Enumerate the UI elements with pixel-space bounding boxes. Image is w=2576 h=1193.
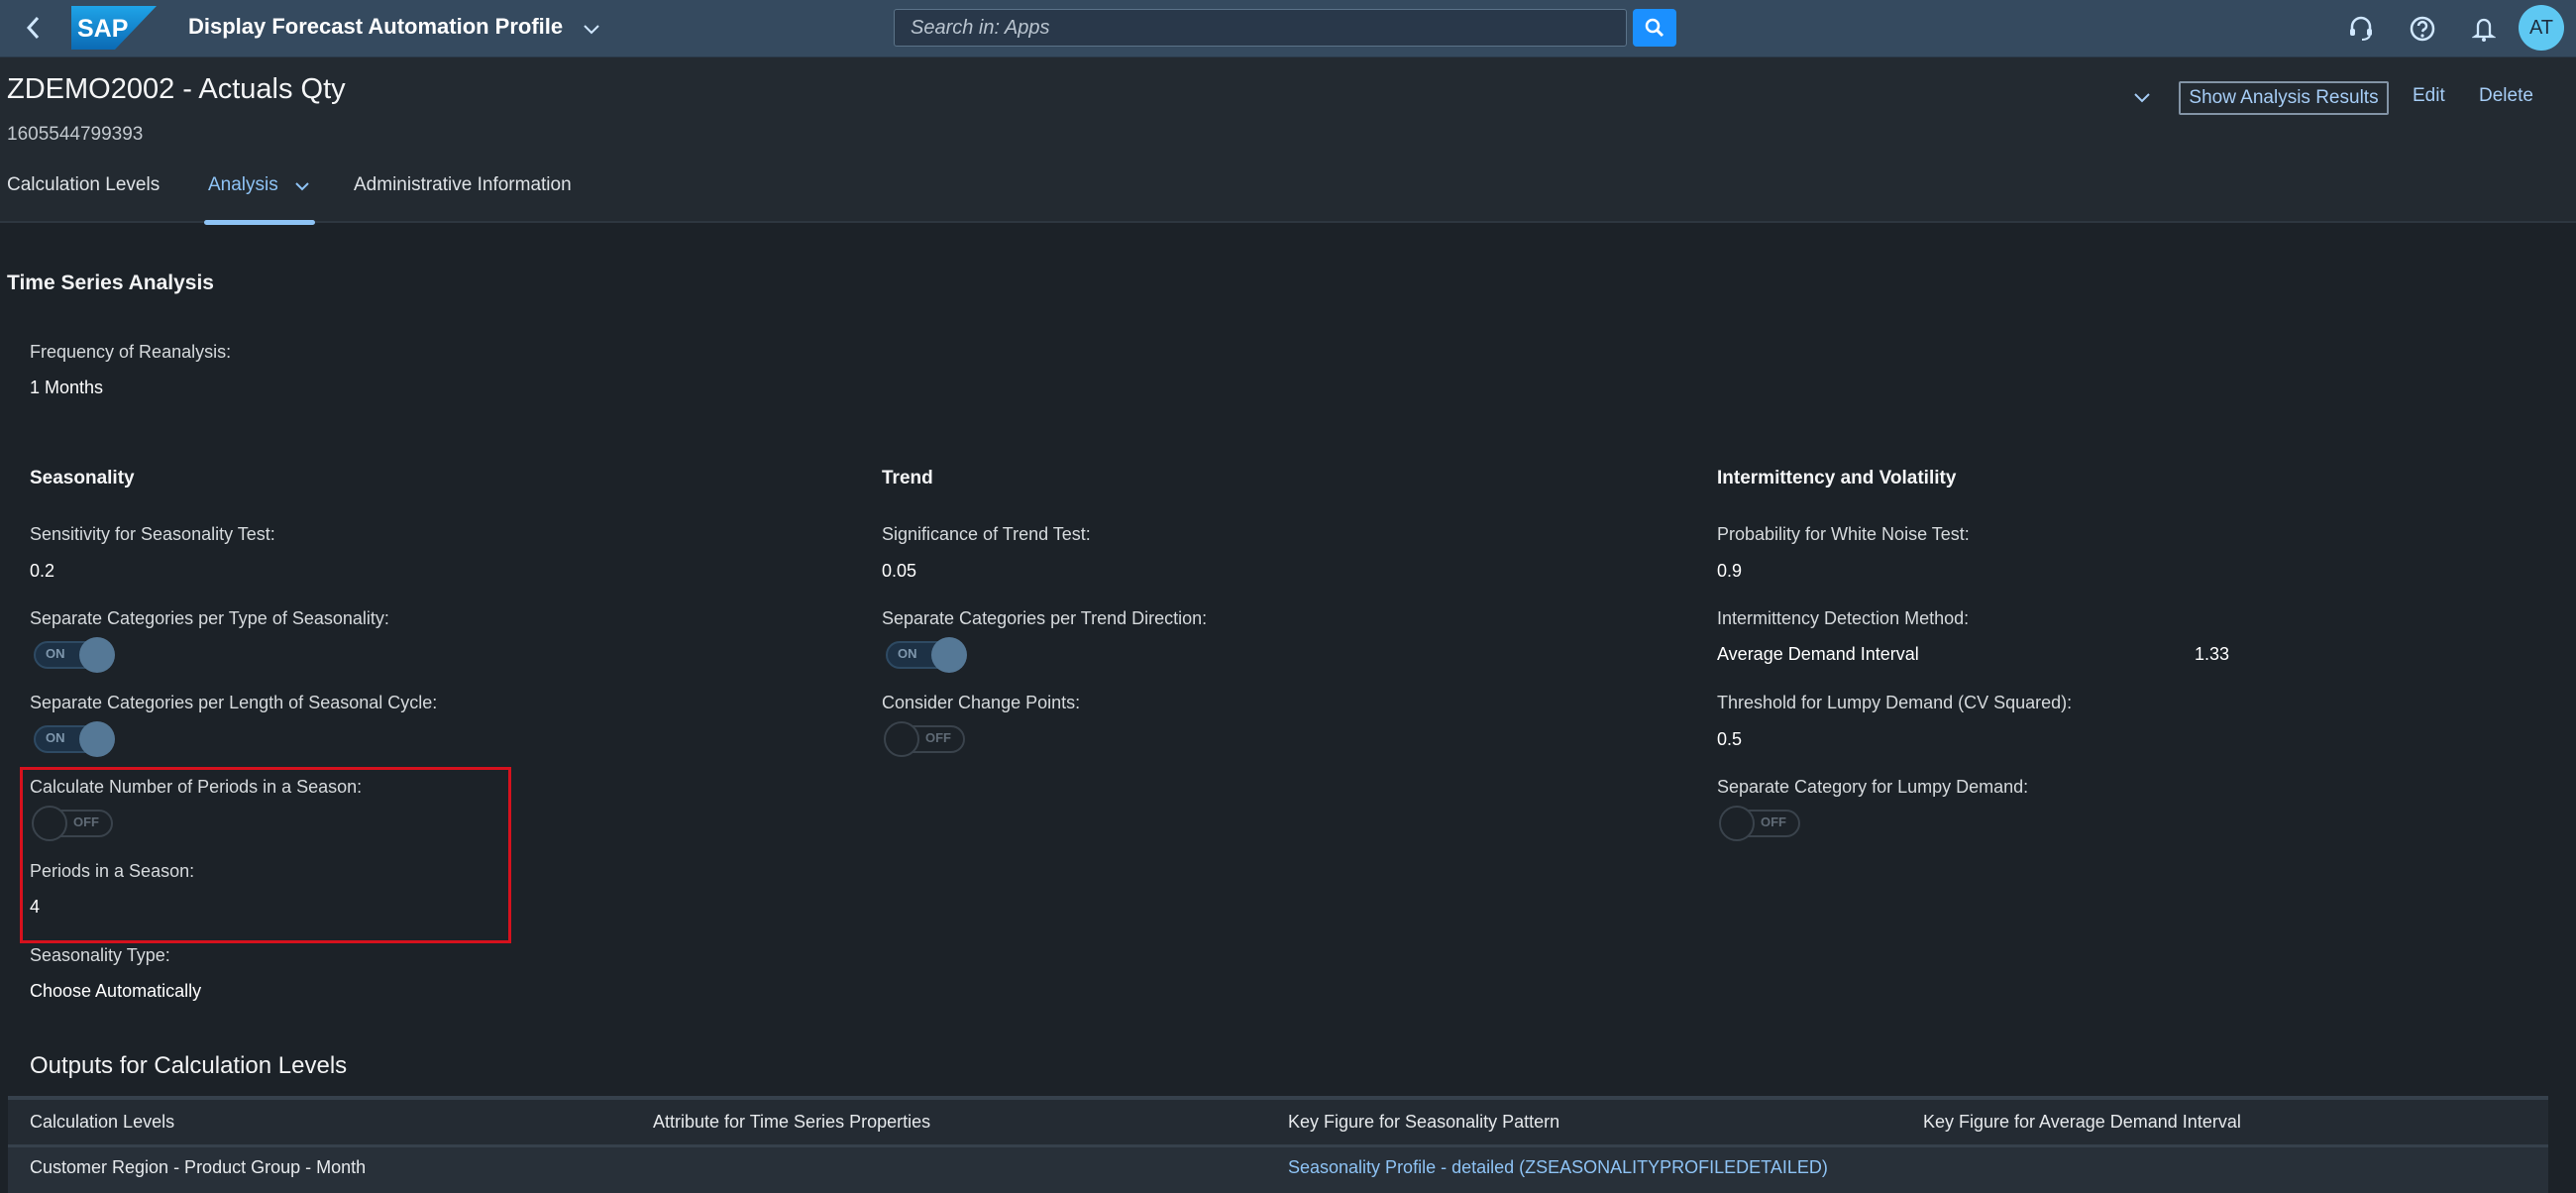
- notifications-button[interactable]: [2467, 12, 2501, 46]
- detection-threshold-value: 1.33: [2195, 644, 2230, 664]
- back-icon: [26, 16, 40, 40]
- search-button[interactable]: [1633, 9, 1676, 47]
- change-points-switch[interactable]: OFF: [884, 721, 967, 757]
- headset-icon: [2350, 16, 2372, 41]
- outputs-title: Outputs for Calculation Levels: [30, 1052, 348, 1079]
- table-row[interactable]: Customer Region - Product Group - Month …: [8, 1147, 2548, 1193]
- switch-state: ON: [898, 646, 917, 661]
- switch-state: ON: [46, 646, 65, 661]
- help-icon: [2410, 16, 2435, 42]
- detection-method-value: Average Demand Interval: [1717, 644, 1919, 664]
- trend-heading: Trend: [882, 468, 933, 488]
- sep-direction-switch[interactable]: ON: [884, 637, 967, 673]
- app-title[interactable]: Display Forecast Automation Profile: [188, 14, 563, 40]
- significance-value: 0.05: [882, 561, 917, 581]
- sensitivity-label: Sensitivity for Seasonality Test:: [30, 524, 275, 544]
- delete-button[interactable]: Delete: [2479, 85, 2533, 107]
- significance-label: Significance of Trend Test:: [882, 524, 1091, 544]
- notification-bell-icon: [2472, 18, 2496, 42]
- calc-periods-switch[interactable]: OFF: [32, 806, 115, 841]
- edit-button[interactable]: Edit: [2413, 85, 2445, 107]
- white-noise-value: 0.9: [1717, 561, 1743, 581]
- tab-calculation-levels[interactable]: Calculation Levels: [7, 174, 160, 223]
- intermittency-heading: Intermittency and Volatility: [1717, 468, 1957, 488]
- sep-type-switch[interactable]: ON: [32, 637, 115, 673]
- section-title: Time Series Analysis: [7, 271, 214, 294]
- search-field[interactable]: [894, 9, 1627, 47]
- white-noise-label: Probability for White Noise Test:: [1717, 524, 1970, 544]
- periods-value: 4: [30, 897, 41, 917]
- column-header[interactable]: Key Figure for Average Demand Interval: [1923, 1112, 2241, 1133]
- search-icon: [1645, 18, 1664, 38]
- column-header[interactable]: Key Figure for Seasonality Pattern: [1288, 1112, 1559, 1133]
- column-header[interactable]: Attribute for Time Series Properties: [653, 1112, 930, 1133]
- sep-lumpy-label: Separate Category for Lumpy Demand:: [1717, 777, 2029, 797]
- object-subtitle: 1605544799393: [7, 124, 144, 145]
- user-avatar[interactable]: AT: [2519, 5, 2564, 51]
- table-header-row: Calculation Levels Attribute for Time Se…: [8, 1096, 2548, 1147]
- seasonality-type-label: Seasonality Type:: [30, 945, 170, 965]
- frequency-label: Frequency of Reanalysis:: [30, 342, 232, 362]
- change-points-label: Consider Change Points:: [882, 693, 1081, 712]
- sep-length-switch[interactable]: ON: [32, 721, 115, 757]
- switch-state: OFF: [73, 814, 99, 829]
- seasonality-type-value: Choose Automatically: [30, 981, 202, 1001]
- show-analysis-results-button[interactable]: Show Analysis Results: [2179, 81, 2389, 115]
- sep-direction-label: Separate Categories per Trend Direction:: [882, 608, 1208, 628]
- chevron-down-icon[interactable]: [581, 18, 602, 40]
- object-title: ZDEMO2002 - Actuals Qty: [7, 73, 346, 105]
- expand-header-chevron-icon[interactable]: [2130, 85, 2154, 109]
- active-tab-indicator: [204, 220, 315, 225]
- tab-label: Administrative Information: [354, 174, 572, 195]
- calc-periods-label: Calculate Number of Periods in a Season:: [30, 777, 363, 797]
- sep-length-label: Separate Categories per Length of Season…: [30, 693, 438, 712]
- seasonality-heading: Seasonality: [30, 468, 135, 488]
- sep-lumpy-switch[interactable]: OFF: [1719, 806, 1802, 841]
- table-cell: Customer Region - Product Group - Month: [30, 1157, 367, 1177]
- switch-state: OFF: [1761, 814, 1786, 829]
- tab-label: Analysis: [208, 174, 278, 195]
- tab-administrative-information[interactable]: Administrative Information: [354, 174, 572, 223]
- object-header: ZDEMO2002 - Actuals Qty 1605544799393 Sh…: [0, 57, 2576, 225]
- detection-method-label: Intermittency Detection Method:: [1717, 608, 1970, 628]
- search-input[interactable]: [895, 10, 1626, 46]
- tab-label: Calculation Levels: [7, 174, 161, 195]
- shell-bar: SAP Display Forecast Automation Profile …: [0, 0, 2576, 57]
- lumpy-threshold-value: 0.5: [1717, 729, 1743, 749]
- sensitivity-value: 0.2: [30, 561, 55, 581]
- periods-label: Periods in a Season:: [30, 861, 195, 881]
- support-button[interactable]: [2344, 12, 2378, 46]
- frequency-value: 1 Months: [30, 378, 104, 397]
- help-button[interactable]: [2406, 12, 2439, 46]
- back-button[interactable]: [22, 12, 46, 44]
- tab-analysis[interactable]: Analysis: [204, 174, 315, 225]
- seasonality-key-figure-link[interactable]: Seasonality Profile - detailed (ZSEASONA…: [1288, 1157, 1828, 1178]
- sap-logo[interactable]: SAP: [71, 6, 157, 50]
- column-header[interactable]: Calculation Levels: [30, 1112, 174, 1133]
- lumpy-threshold-label: Threshold for Lumpy Demand (CV Squared):: [1717, 693, 2073, 712]
- switch-state: ON: [46, 730, 65, 745]
- switch-state: OFF: [925, 730, 951, 745]
- chevron-down-icon: [295, 182, 309, 191]
- sep-type-label: Separate Categories per Type of Seasonal…: [30, 608, 389, 628]
- svg-text:SAP: SAP: [77, 15, 128, 43]
